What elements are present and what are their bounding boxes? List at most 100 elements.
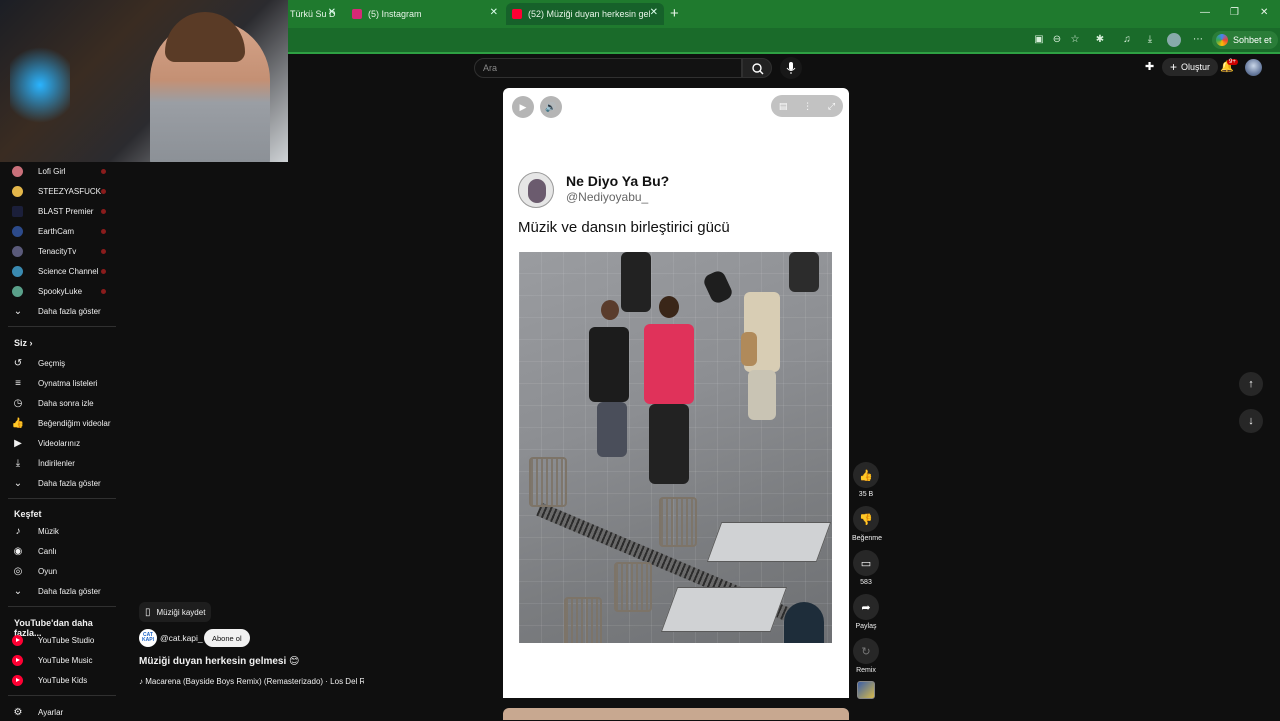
next-short-button[interactable]: ↓ <box>1239 409 1263 433</box>
share-icon[interactable]: ➦ <box>853 594 879 620</box>
sidebar-item-settings[interactable]: ⚙ Ayarlar <box>12 703 112 721</box>
you-heading[interactable]: Siz › <box>14 338 33 348</box>
thumbs-down-icon[interactable]: 👎 <box>853 506 879 532</box>
channel-name[interactable]: @cat.kapi_ <box>160 633 203 643</box>
plus-icon: + <box>1170 60 1178 74</box>
subscribe-button[interactable]: Abone ol <box>204 629 250 647</box>
sidebar-item-earthcam[interactable]: EarthCam <box>12 222 112 240</box>
dislike-button[interactable]: 👎 Beğenme <box>852 506 882 542</box>
clock-icon: ◷ <box>13 397 23 409</box>
sidebar-item-label: Oyun <box>38 566 58 576</box>
sound-thumbnail[interactable] <box>857 681 875 699</box>
sidebar-item-steezy[interactable]: STEEZYASFUCK <box>12 182 112 200</box>
more-icon[interactable]: ⋮ <box>803 101 812 112</box>
live-icon: ◉ <box>13 545 23 557</box>
user-avatar[interactable] <box>1245 59 1262 76</box>
streamer-hair <box>165 12 245 62</box>
close-icon[interactable]: ✕ <box>490 7 498 18</box>
sidebar-icon[interactable]: ♫ <box>1120 33 1134 47</box>
fullscreen-icon[interactable]: ⤢ <box>828 101 835 112</box>
thumbs-up-icon: 👍 <box>11 417 25 429</box>
app-icon[interactable]: ▣ <box>1032 33 1046 47</box>
sidebar-item-watch-later[interactable]: ◷ Daha sonra izle <box>12 394 112 412</box>
close-window-icon[interactable]: ✕ <box>1260 7 1268 18</box>
next-short-preview[interactable] <box>503 708 849 720</box>
sidebar-item-youtube-kids[interactable]: YouTube Kids <box>12 671 112 689</box>
tab-turku[interactable]: Türkü Su D ✕ <box>284 3 342 25</box>
close-icon[interactable]: ✕ <box>650 7 658 18</box>
remix-icon[interactable]: ↻ <box>853 638 879 664</box>
sidebar-item-youtube-studio[interactable]: YouTube Studio <box>12 631 112 649</box>
thumbs-up-icon[interactable]: 👍 <box>853 462 879 488</box>
tweet-text: Müzik ve dansın birleştirici gücü <box>518 219 730 236</box>
create-label: Oluştur <box>1181 62 1211 72</box>
profile-icon[interactable] <box>1167 33 1181 47</box>
search-button[interactable] <box>742 58 772 78</box>
comment-icon[interactable]: ▭ <box>853 550 879 576</box>
sidebar-item-blast[interactable]: BLAST Premier <box>12 202 112 220</box>
restore-icon[interactable]: ❐ <box>1230 7 1239 18</box>
mic-button[interactable] <box>780 57 802 79</box>
sidebar-item-label: İndirilenler <box>38 458 75 468</box>
live-dot <box>101 228 106 234</box>
minimize-icon[interactable]: — <box>1200 7 1210 18</box>
create-button[interactable]: + Oluştur <box>1162 58 1219 76</box>
sidebar-item-liked-videos[interactable]: 👍 Beğendiğim videolar <box>12 414 112 432</box>
search-input[interactable]: Ara <box>474 58 742 78</box>
divider <box>8 326 116 327</box>
music-attribution[interactable]: ♪ Macarena (Bayside Boys Remix) (Remaste… <box>139 677 364 686</box>
gear-icon: ⚙ <box>13 706 23 718</box>
new-tab-icon[interactable]: + <box>670 5 679 22</box>
short-player[interactable]: ▶ 🔊 ▤ ⋮ ⤢ Ne Diyo Ya Bu? @Nediyoyabu_ Mü… <box>503 88 849 698</box>
share-button[interactable]: ➦ Paylaş <box>852 594 880 630</box>
sidebar-item-music[interactable]: ♪ Müzik <box>12 522 112 540</box>
sidebar-item-label: EarthCam <box>38 226 75 236</box>
instagram-icon <box>352 9 362 19</box>
play-button[interactable]: ▶ <box>512 96 534 118</box>
tab-youtube-active[interactable]: (52) Müziği duyan herkesin gelme ✕ <box>506 3 664 25</box>
copilot-icon <box>1216 34 1228 46</box>
chat-button[interactable]: Sohbet et <box>1212 31 1278 49</box>
comment-button[interactable]: ▭ 583 <box>852 550 880 586</box>
cast-settings-icon[interactable]: ✚ <box>1145 60 1154 73</box>
more-icon[interactable]: ⋯ <box>1191 33 1205 47</box>
youtube-icon <box>512 9 522 19</box>
volume-button[interactable]: 🔊 <box>540 96 562 118</box>
like-button[interactable]: 👍 35 B <box>852 462 880 498</box>
extensions-icon[interactable]: ✱ <box>1093 33 1107 47</box>
woman-legs <box>748 370 776 420</box>
sidebar-item-science-channel[interactable]: Science Channel <box>12 262 112 280</box>
sidebar-item-spookyluke[interactable]: SpookyLuke <box>12 282 112 300</box>
zoom-icon[interactable]: ⊖ <box>1050 33 1064 47</box>
sidebar-item-playlists[interactable]: ≡ Oynatma listeleri <box>12 374 112 392</box>
close-icon[interactable]: ✕ <box>328 7 336 18</box>
live-dot <box>101 288 106 294</box>
tweet-author-handle: @Nediyoyabu_ <box>566 190 649 204</box>
sidebar-item-your-videos[interactable]: ▶ Videolarınız <box>12 434 112 452</box>
channel-avatar[interactable]: CAT KAPI <box>139 629 157 647</box>
sidebar-item-downloads[interactable]: ⤓ İndirilenler <box>12 454 112 472</box>
passerby <box>621 252 651 312</box>
sidebar-item-tenacitytv[interactable]: TenacityTv <box>12 242 112 260</box>
captions-icon[interactable]: ▤ <box>779 101 788 112</box>
show-more-subscriptions[interactable]: ⌄ Daha fazla göster <box>12 302 112 320</box>
bookmark-icon: ▯ <box>145 606 151 618</box>
download-icon[interactable]: ⤓ <box>1143 33 1157 47</box>
show-more-you[interactable]: ⌄ Daha fazla göster <box>12 474 112 492</box>
show-more-explore[interactable]: ⌄ Daha fazla göster <box>12 582 112 600</box>
tweet-avatar <box>518 172 554 208</box>
handbag <box>741 332 757 366</box>
share-label: Paylaş <box>855 623 877 630</box>
sidebar-item-gaming[interactable]: ◎ Oyun <box>12 562 112 580</box>
chair <box>614 562 652 612</box>
sidebar-item-label: Daha fazla göster <box>38 478 101 488</box>
sidebar-item-youtube-music[interactable]: YouTube Music <box>12 651 112 669</box>
tab-instagram[interactable]: (5) Instagram ✕ <box>346 3 504 25</box>
previous-short-button[interactable]: ↑ <box>1239 372 1263 396</box>
sidebar-item-live[interactable]: ◉ Canlı <box>12 542 112 560</box>
star-icon[interactable]: ☆ <box>1068 33 1082 47</box>
sidebar-item-history[interactable]: ↺ Geçmiş <box>12 354 112 372</box>
remix-button[interactable]: ↻ Remix <box>852 638 880 674</box>
sidebar-item-lofi-girl[interactable]: Lofi Girl <box>12 162 112 180</box>
save-music-button[interactable]: ▯ Müziği kaydet <box>139 602 212 622</box>
